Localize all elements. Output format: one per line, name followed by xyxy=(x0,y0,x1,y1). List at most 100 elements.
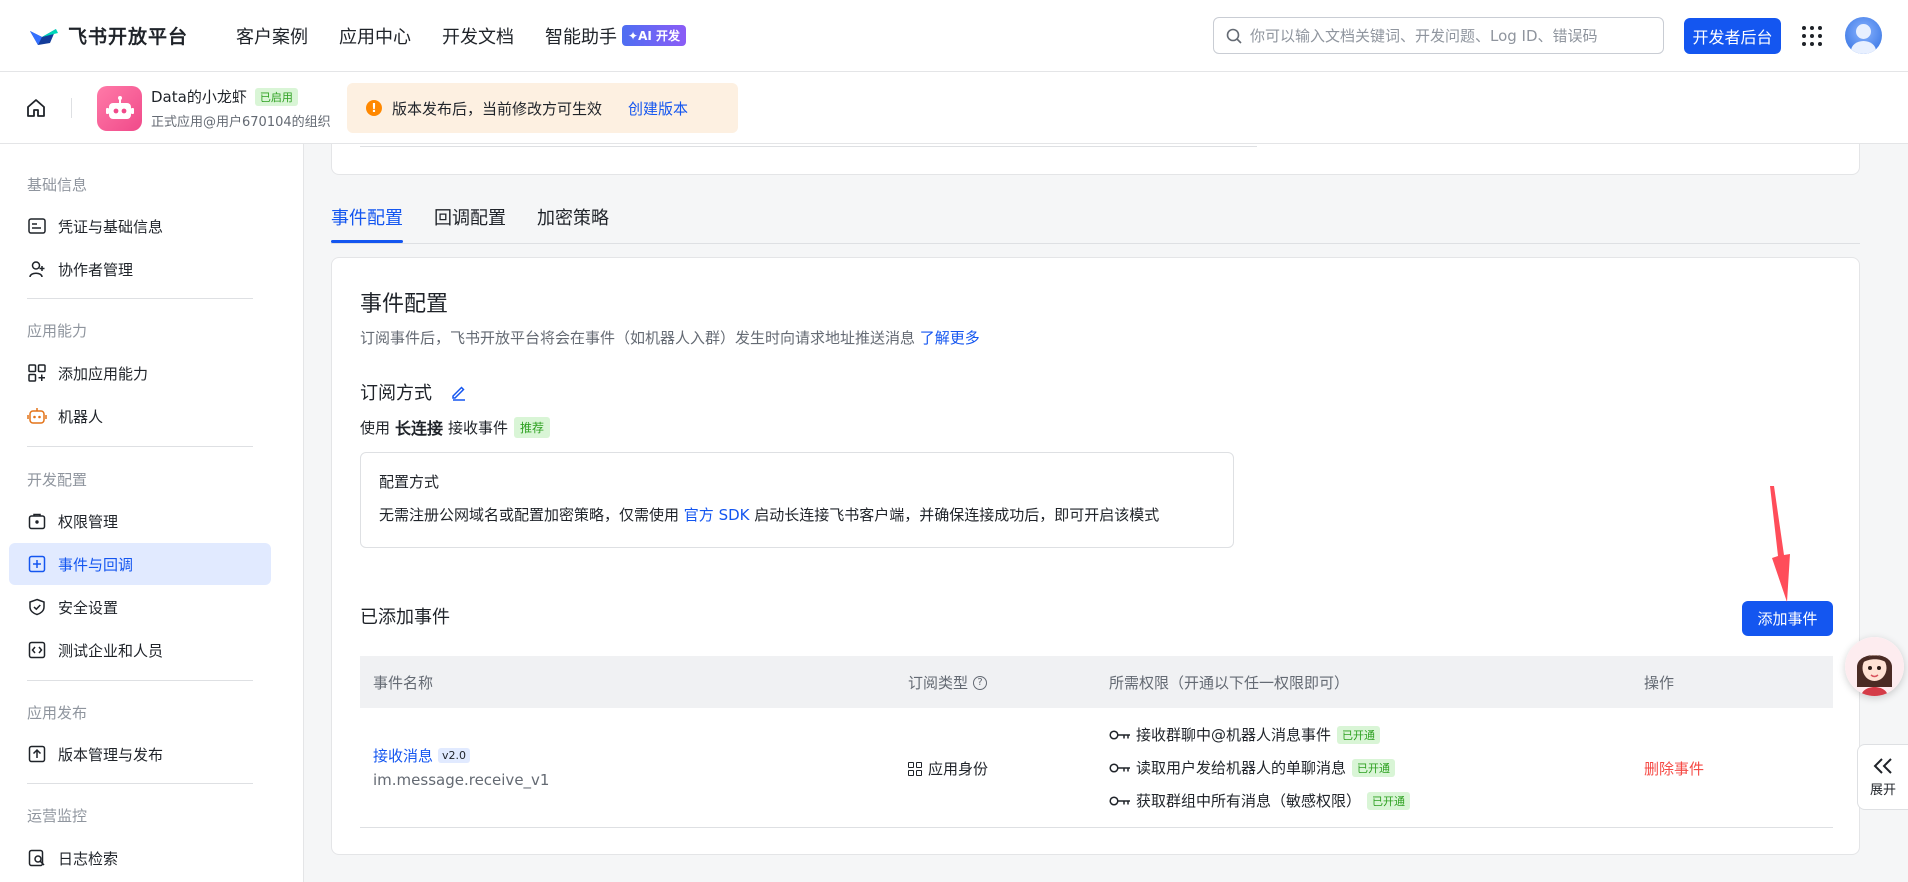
status-badge: 已启用 xyxy=(254,87,298,106)
config-method-text: 无需注册公网域名或配置加密策略，仅需使用 官方 SDK 启动长连接飞书客户端，并… xyxy=(379,504,1159,525)
event-name-text: 接收消息 xyxy=(373,747,434,765)
apps-grid-icon[interactable] xyxy=(1800,24,1824,48)
sidebar-item-security[interactable]: 安全设置 xyxy=(9,586,271,628)
section-title: 事件配置 xyxy=(360,292,449,317)
sidebar-item-log-search[interactable]: 日志检索 xyxy=(9,837,271,879)
sidebar-group-title: 开发配置 xyxy=(27,471,88,489)
sidebar-divider xyxy=(27,446,253,447)
sidebar-group-title: 应用能力 xyxy=(27,322,88,340)
nav-ai-assistant-label: 智能助手 xyxy=(545,26,618,48)
permission-label: 接收群聊中@机器人消息事件 xyxy=(1136,726,1332,744)
ai-assistant-avatar[interactable] xyxy=(1845,637,1904,696)
app-name: Data的小龙虾 已启用 xyxy=(151,86,298,107)
sidebar-item-test-users[interactable]: 测试企业和人员 xyxy=(9,629,271,671)
sidebar-divider xyxy=(27,783,253,784)
nav-dev-docs[interactable]: 开发文档 xyxy=(442,23,514,49)
sidebar-item-version-publish[interactable]: 版本管理与发布 xyxy=(9,733,271,775)
sidebar-item-label: 权限管理 xyxy=(58,512,119,531)
long-connection-label: 长连接 xyxy=(395,419,444,438)
subscription-type-text: 应用身份 xyxy=(928,760,989,778)
nav-app-center[interactable]: 应用中心 xyxy=(339,23,411,49)
delete-event-link[interactable]: 删除事件 xyxy=(1644,758,1704,779)
subscription-type: 应用身份 xyxy=(908,758,988,779)
active-tab-indicator xyxy=(331,240,403,243)
app-identity-icon xyxy=(908,761,922,776)
notice-text: 版本发布后，当前修改方可生效 xyxy=(392,99,603,118)
app-header-bar: Data的小龙虾 已启用 正式应用@用户670104的组织 ! 版本发布后，当前修… xyxy=(0,72,1908,144)
event-code: im.message.receive_v1 xyxy=(373,771,550,789)
logo[interactable]: 飞书开放平台 xyxy=(28,22,188,49)
subscription-method-title: 订阅方式 xyxy=(360,379,468,405)
sidebar-item-add-ability[interactable]: 添加应用能力 xyxy=(9,352,271,394)
search-input[interactable] xyxy=(1250,26,1650,45)
added-events-title: 已添加事件 xyxy=(360,607,450,628)
column-header-event-name: 事件名称 xyxy=(373,674,434,692)
feishu-logo-icon xyxy=(30,28,58,45)
create-version-link[interactable]: 创建版本 xyxy=(628,98,688,119)
column-header-permissions: 所需权限（开通以下任一权限即可） xyxy=(1109,674,1350,692)
edit-icon[interactable] xyxy=(450,383,468,401)
expand-panel-button[interactable]: 展开 xyxy=(1857,744,1908,810)
section-description: 订阅事件后，飞书开放平台将会在事件（如机器人入群）发生时向请求地址推送消息 了解… xyxy=(360,327,980,348)
sidebar-item-label: 测试企业和人员 xyxy=(58,641,164,660)
use-prefix: 使用 xyxy=(360,418,391,437)
help-icon[interactable]: ? xyxy=(973,675,988,690)
home-icon[interactable] xyxy=(24,96,48,120)
double-chevron-left-icon xyxy=(1873,757,1892,774)
sidebar-item-permissions[interactable]: 权限管理 xyxy=(9,500,271,542)
subscription-method-label: 订阅方式 xyxy=(360,383,432,404)
sidebar-item-label: 安全设置 xyxy=(58,598,119,617)
app-avatar xyxy=(97,86,142,131)
sidebar-item-label: 机器人 xyxy=(58,407,104,426)
sidebar-item-events-callbacks[interactable]: 事件与回调 xyxy=(9,543,271,585)
tab-event-config[interactable]: 事件配置 xyxy=(331,204,403,230)
ai-dev-badge: ✦AI 开发 xyxy=(622,25,687,46)
shield-icon xyxy=(27,597,47,617)
robot-icon xyxy=(27,406,47,426)
config-text-part1: 无需注册公网域名或配置加密策略，仅需使用 xyxy=(379,506,680,524)
add-ability-icon xyxy=(27,363,47,383)
table-row: 接收消息 v2.0 im.message.receive_v1 应用身份 接收群聊… xyxy=(360,708,1833,828)
developer-console-button[interactable]: 开发者后台 xyxy=(1684,18,1781,54)
sidebar-item-credentials[interactable]: 凭证与基础信息 xyxy=(9,205,271,247)
user-avatar[interactable] xyxy=(1845,17,1882,54)
tab-callback-config[interactable]: 回调配置 xyxy=(434,204,506,230)
sidebar-item-label: 添加应用能力 xyxy=(58,364,149,383)
permission-item: 接收群聊中@机器人消息事件 已开通 xyxy=(1109,724,1381,745)
table-header: 事件名称 订阅类型? 所需权限（开通以下任一权限即可） 操作 xyxy=(360,656,1833,708)
nav-customer-cases[interactable]: 客户案例 xyxy=(236,23,308,49)
permission-status-badge: 已开通 xyxy=(1337,725,1381,744)
tab-encryption-policy[interactable]: 加密策略 xyxy=(537,204,609,230)
permission-icon xyxy=(27,511,47,531)
logo-text: 飞书开放平台 xyxy=(68,26,189,48)
sidebar-group-title: 运营监控 xyxy=(27,807,88,825)
previous-card xyxy=(331,144,1860,175)
permission-item: 读取用户发给机器人的单聊消息 已开通 xyxy=(1109,757,1396,778)
column-header-subscription-type: 订阅类型? xyxy=(908,672,988,693)
test-icon xyxy=(27,640,47,660)
key-icon xyxy=(1109,729,1130,740)
app-name-text: Data的小龙虾 xyxy=(151,88,247,106)
nav-ai-assistant[interactable]: 智能助手 ✦AI 开发 xyxy=(545,23,687,49)
sidebar-item-label: 凭证与基础信息 xyxy=(58,217,164,236)
collaborator-icon xyxy=(27,259,47,279)
sidebar-item-collaborators[interactable]: 协作者管理 xyxy=(9,248,271,290)
official-sdk-link[interactable]: 官方 SDK xyxy=(684,506,750,524)
learn-more-link[interactable]: 了解更多 xyxy=(920,329,980,347)
config-method-title: 配置方式 xyxy=(379,473,440,491)
permission-label: 读取用户发给机器人的单聊消息 xyxy=(1136,759,1347,777)
search-box[interactable] xyxy=(1213,17,1664,54)
key-icon xyxy=(1109,795,1130,806)
event-config-card: 事件配置 订阅事件后，飞书开放平台将会在事件（如机器人入群）发生时向请求地址推送… xyxy=(331,257,1860,855)
permission-status-badge: 已开通 xyxy=(1367,791,1411,810)
add-event-button[interactable]: 添加事件 xyxy=(1742,601,1833,636)
version-badge: v2.0 xyxy=(438,748,471,763)
sidebar-item-robot[interactable]: 机器人 xyxy=(9,395,271,437)
sidebar-group-title: 基础信息 xyxy=(27,176,88,194)
event-name-link[interactable]: 接收消息 v2.0 xyxy=(373,745,471,766)
recommended-badge: 推荐 xyxy=(514,416,551,438)
top-navigation: 飞书开放平台 客户案例 应用中心 开发文档 智能助手✦AI 开发 开发者后台 xyxy=(0,0,1908,72)
sidebar-item-label: 日志检索 xyxy=(58,849,119,868)
sidebar-item-label: 协作者管理 xyxy=(58,260,134,279)
config-method-box: 配置方式 无需注册公网域名或配置加密策略，仅需使用 官方 SDK 启动长连接飞书… xyxy=(360,452,1234,548)
